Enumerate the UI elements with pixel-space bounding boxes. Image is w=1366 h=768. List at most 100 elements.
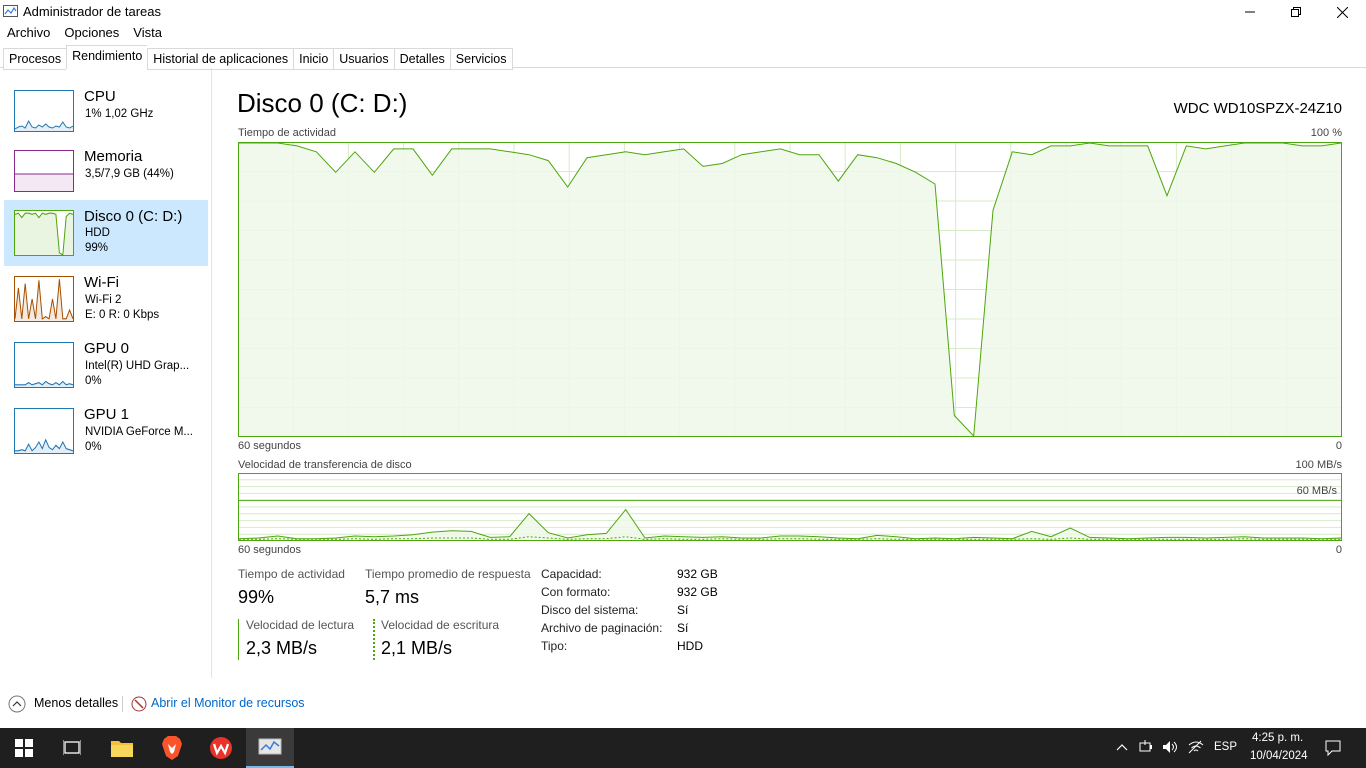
prop-sistema-key: Disco del sistema: — [541, 603, 639, 617]
graph2-right-label: 0 — [1335, 544, 1342, 556]
graph2-max: 100 MB/s — [1295, 459, 1342, 471]
sidebar-item-gpu1[interactable]: GPU 1 NVIDIA GeForce M... 0% — [4, 404, 208, 470]
tab-strip: Procesos Rendimiento Historial de aplica… — [3, 45, 513, 70]
graph2-mark: 60 MB/s — [1296, 485, 1337, 497]
page-title: Disco 0 (C: D:) — [237, 88, 408, 118]
taskbar-brave[interactable] — [148, 728, 196, 768]
prop-capacidad-value: 932 GB — [677, 567, 718, 581]
read-stat-value: 2,3 MB/s — [246, 638, 318, 658]
task-view-button[interactable] — [48, 728, 96, 768]
sidebar-item-name: Disco 0 (C: D:) — [84, 208, 183, 225]
response-stat-label: Tiempo promedio de respuesta — [365, 567, 531, 581]
sidebar-item-gpu0[interactable]: GPU 0 Intel(R) UHD Grap... 0% — [4, 338, 208, 404]
chevron-up-icon[interactable] — [1116, 742, 1128, 752]
prop-tipo-key: Tipo: — [541, 639, 568, 653]
taskbar-explorer[interactable] — [98, 728, 146, 768]
sidebar-item-detail: Intel(R) UHD Grap... — [85, 360, 190, 372]
restore-icon — [1291, 7, 1301, 17]
menu-opciones[interactable]: Opciones — [57, 24, 126, 44]
brave-icon — [162, 736, 182, 760]
sidebar-item-disco0[interactable]: Disco 0 (C: D:) HDD 99% — [4, 200, 208, 266]
prop-tipo-value: HDD — [677, 639, 703, 653]
gpu0-thumbnail — [14, 342, 74, 388]
prop-formato-key: Con formato: — [541, 585, 611, 599]
restore-button[interactable] — [1273, 0, 1319, 24]
gpu1-thumbnail — [14, 408, 74, 454]
battery-power-icon[interactable] — [1139, 740, 1155, 754]
volume-icon[interactable] — [1162, 740, 1178, 754]
sidebar-item-usage: 0% — [85, 375, 102, 387]
sidebar-item-wifi[interactable]: Wi-Fi Wi-Fi 2 E: 0 R: 0 Kbps — [4, 272, 208, 338]
language-indicator[interactable]: ESP — [1214, 741, 1237, 753]
write-stat-label: Velocidad de escritura — [381, 618, 500, 632]
prop-capacidad-key: Capacidad: — [541, 567, 602, 581]
sidebar-item-name: Memoria — [84, 148, 143, 165]
prop-paginacion-key: Archivo de paginación: — [541, 621, 663, 635]
chevron-up-icon[interactable] — [8, 695, 26, 713]
resource-sidebar: CPU 1% 1,02 GHz Memoria 3,5/7,9 GB (44%)… — [0, 68, 212, 678]
sidebar-item-usage: E: 0 R: 0 Kbps — [85, 309, 160, 321]
activity-stat-label: Tiempo de actividad — [238, 567, 345, 581]
sidebar-item-detail: NVIDIA GeForce M... — [85, 426, 193, 438]
resource-monitor-link[interactable]: Abrir el Monitor de recursos — [151, 696, 305, 710]
footer: Menos detalles Abrir el Monitor de recur… — [0, 678, 1366, 728]
sidebar-item-name: CPU — [84, 88, 116, 105]
tab-procesos[interactable]: Procesos — [3, 48, 67, 70]
minimize-icon — [1245, 11, 1255, 13]
close-icon — [1336, 6, 1348, 18]
disk-model: WDC WD10SPZX-24Z10 — [1173, 100, 1342, 117]
task-manager-icon — [3, 5, 18, 17]
minimize-button[interactable] — [1227, 0, 1273, 24]
wifi-thumbnail — [14, 276, 74, 322]
sidebar-item-usage: 99% — [85, 242, 109, 254]
close-button[interactable] — [1319, 0, 1365, 24]
response-stat-value: 5,7 ms — [365, 587, 420, 607]
graph2-left-label: 60 segundos — [238, 544, 301, 556]
tab-historial[interactable]: Historial de aplicaciones — [147, 48, 294, 70]
disk-thumbnail — [14, 210, 74, 256]
sidebar-item-name: GPU 1 — [84, 406, 130, 423]
taskbar-wps[interactable] — [197, 728, 245, 768]
tab-detalles[interactable]: Detalles — [393, 48, 450, 70]
graph2-label: Velocidad de transferencia de disco — [238, 459, 412, 471]
less-details-button[interactable]: Menos detalles — [34, 696, 118, 710]
thumb-area — [15, 439, 73, 453]
graph1-label: Tiempo de actividad — [238, 127, 337, 139]
write-legend-line — [373, 619, 375, 660]
menu-bar: Archivo Opciones Vista — [0, 24, 169, 44]
sidebar-item-detail: 3,5/7,9 GB (44%) — [85, 168, 174, 180]
activity-stat-value: 99% — [238, 587, 275, 607]
transfer-graph — [238, 473, 1342, 541]
tab-inicio[interactable]: Inicio — [293, 48, 334, 70]
start-button[interactable] — [0, 728, 48, 768]
wps-office-icon — [210, 737, 232, 759]
clock-time[interactable]: 4:25 p. m. — [1252, 732, 1303, 744]
cpu-thumbnail — [14, 90, 74, 132]
sidebar-item-detail: 1% 1,02 GHz — [85, 108, 154, 120]
memory-fill — [15, 174, 73, 191]
prop-paginacion-value: Sí — [677, 621, 689, 635]
tab-rendimiento[interactable]: Rendimiento — [66, 45, 148, 69]
tab-servicios[interactable]: Servicios — [449, 48, 513, 70]
menu-vista[interactable]: Vista — [126, 24, 169, 44]
wifi-icon[interactable] — [1188, 740, 1204, 754]
window-title: Administrador de tareas — [23, 4, 162, 19]
prop-sistema-value: Sí — [677, 603, 689, 617]
sidebar-item-usage: 0% — [85, 441, 102, 453]
sidebar-item-detail: Wi-Fi 2 — [85, 294, 122, 306]
windows-icon — [15, 739, 33, 757]
sidebar-item-cpu[interactable]: CPU 1% 1,02 GHz — [4, 86, 208, 152]
taskbar-task-manager[interactable] — [246, 728, 294, 768]
notifications-icon[interactable] — [1325, 740, 1341, 756]
graph1-left-label: 60 segundos — [238, 440, 301, 452]
folder-icon — [111, 741, 133, 757]
clock-date[interactable]: 10/04/2024 — [1250, 750, 1308, 762]
sidebar-item-name: GPU 0 — [84, 340, 130, 357]
read-legend-line — [238, 619, 239, 660]
graph1-max: 100 % — [1310, 127, 1342, 139]
task-view-icon — [63, 740, 81, 755]
sidebar-item-name: Wi-Fi — [84, 274, 119, 291]
menu-archivo[interactable]: Archivo — [0, 24, 57, 44]
tab-usuarios[interactable]: Usuarios — [333, 48, 394, 70]
title-bar: Administrador de tareas — [0, 0, 1366, 24]
